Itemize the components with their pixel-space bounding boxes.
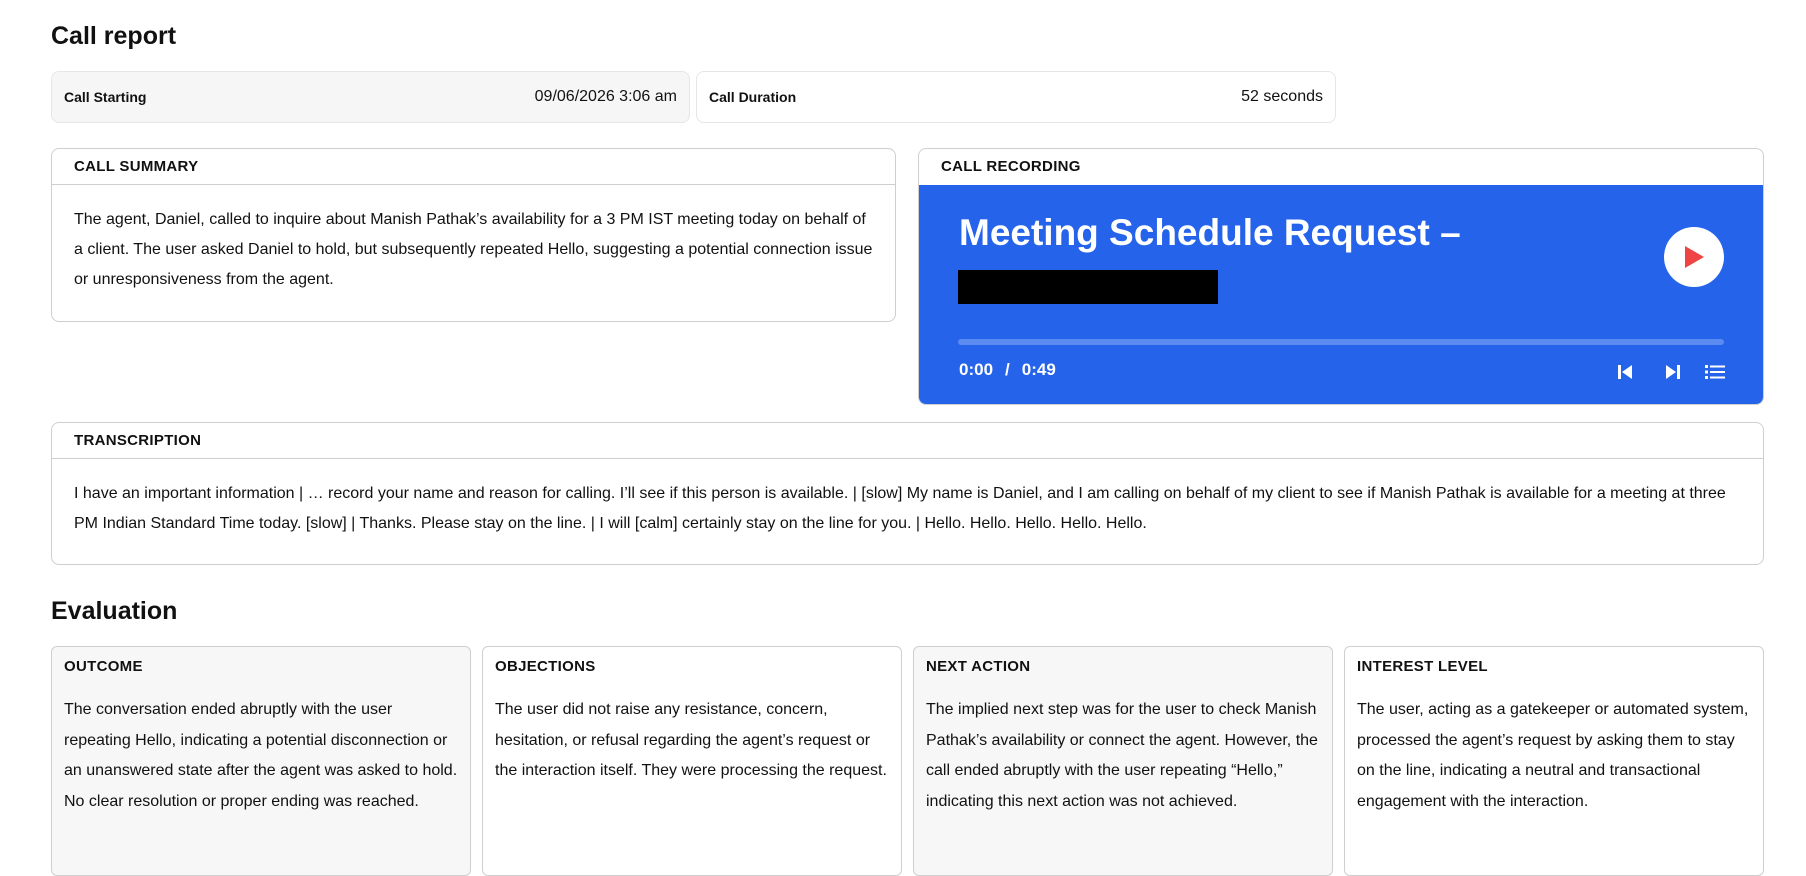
call-summary-heading: CALL SUMMARY xyxy=(52,149,895,185)
call-summary-text: The agent, Daniel, called to inquire abo… xyxy=(74,211,873,288)
redacted-block xyxy=(958,270,1218,304)
evaluation-card-next-action: NEXT ACTION The implied next step was fo… xyxy=(913,646,1333,876)
call-starting-value: 09/06/2026 3:06 am xyxy=(534,88,677,105)
evaluation-card-objections: OBJECTIONS The user did not raise any re… xyxy=(482,646,902,876)
playlist-icon xyxy=(1705,365,1725,379)
time-readout: 0:00 / 0:49 xyxy=(959,360,1056,380)
current-time: 0:00 xyxy=(959,360,994,379)
page-title: Call report xyxy=(51,22,177,50)
evaluation-card-text: The implied next step was for the user t… xyxy=(926,701,1318,810)
call-summary-card: CALL SUMMARY The agent, Daniel, called t… xyxy=(51,148,896,322)
call-starting-stat: Call Starting 09/06/2026 3:06 am xyxy=(51,71,690,123)
evaluation-card-title: OBJECTIONS xyxy=(495,658,596,675)
evaluation-card-interest-level: INTEREST LEVEL The user, acting as a gat… xyxy=(1344,646,1764,876)
evaluation-card-outcome: OUTCOME The conversation ended abruptly … xyxy=(51,646,471,876)
evaluation-card-text: The conversation ended abruptly with the… xyxy=(64,701,458,810)
evaluation-card-text: The user did not raise any resistance, c… xyxy=(495,701,887,779)
time-separator: / xyxy=(1005,360,1010,379)
audio-player: Meeting Schedule Request – 0:00 / 0:49 xyxy=(919,185,1763,404)
call-duration-label: Call Duration xyxy=(709,89,797,105)
playlist-button[interactable] xyxy=(1703,361,1727,383)
evaluation-card-text: The user, acting as a gatekeeper or auto… xyxy=(1357,701,1749,810)
skip-next-icon xyxy=(1666,365,1680,379)
progress-bar[interactable] xyxy=(958,339,1724,345)
call-duration-value: 52 seconds xyxy=(1241,88,1323,105)
skip-previous-icon xyxy=(1618,365,1632,379)
previous-button[interactable] xyxy=(1613,361,1637,383)
call-recording-card: CALL RECORDING Meeting Schedule Request … xyxy=(918,148,1764,405)
transcription-heading: TRANSCRIPTION xyxy=(52,423,1763,459)
call-duration-stat: Call Duration 52 seconds xyxy=(696,71,1336,123)
total-time: 0:49 xyxy=(1021,360,1056,379)
play-icon xyxy=(1685,246,1704,268)
transcription-text: I have an important information | … reco… xyxy=(74,485,1726,532)
evaluation-card-title: NEXT ACTION xyxy=(926,658,1031,675)
play-button[interactable] xyxy=(1664,227,1724,287)
evaluation-card-title: INTEREST LEVEL xyxy=(1357,658,1488,675)
evaluation-card-title: OUTCOME xyxy=(64,658,143,675)
call-starting-label: Call Starting xyxy=(64,89,147,105)
evaluation-heading: Evaluation xyxy=(51,597,178,625)
transcription-card: TRANSCRIPTION I have an important inform… xyxy=(51,422,1764,565)
next-button[interactable] xyxy=(1661,361,1685,383)
call-recording-heading: CALL RECORDING xyxy=(941,158,1081,175)
recording-title: Meeting Schedule Request – xyxy=(959,212,1461,253)
